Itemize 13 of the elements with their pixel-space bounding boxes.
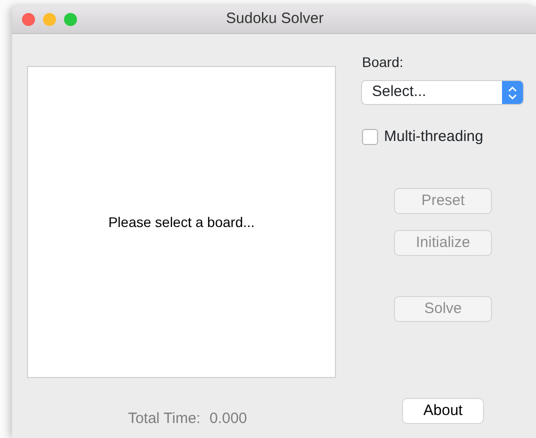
multithreading-label: Multi-threading: [384, 127, 484, 147]
board-label: Board:: [362, 53, 404, 72]
multithreading-checkbox[interactable]: [362, 129, 378, 146]
total-time-label: Total Time:: [128, 409, 200, 429]
close-button[interactable]: [22, 13, 35, 26]
board-select[interactable]: Select...: [362, 81, 523, 104]
zoom-button[interactable]: [64, 13, 77, 26]
board-message: Please select a board...: [108, 212, 255, 232]
total-time-value: 0.000: [209, 409, 248, 429]
stepper-icon: [508, 86, 517, 100]
window-title: Sudoku Solver: [226, 9, 324, 30]
button[interactable]: About: [403, 398, 483, 422]
minimize-button[interactable]: [43, 13, 56, 26]
